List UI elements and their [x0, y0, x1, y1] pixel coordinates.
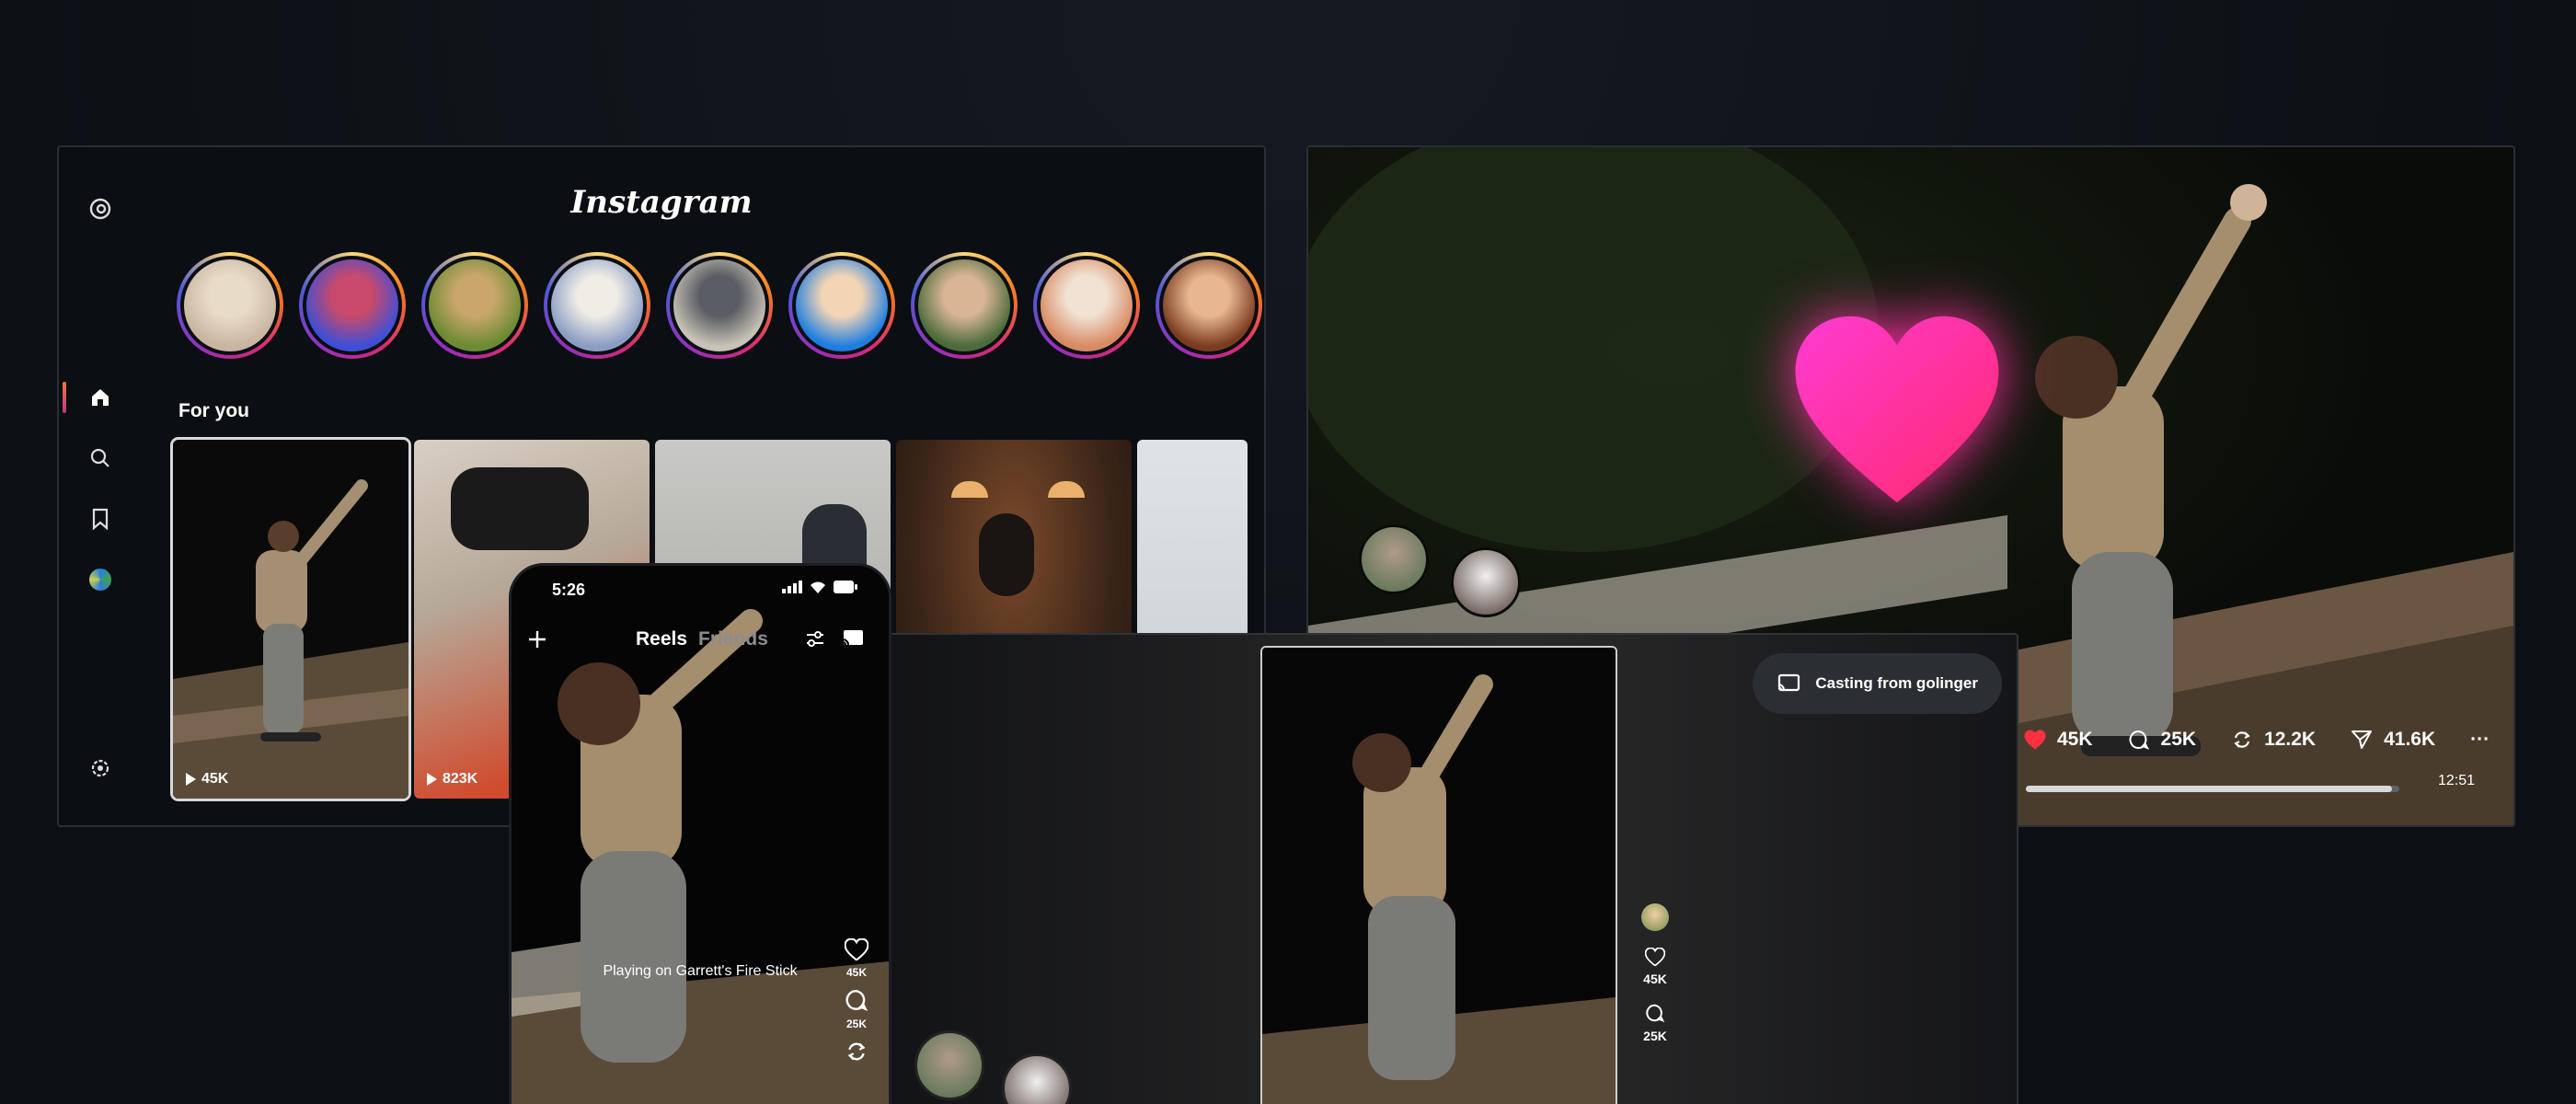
phone-screen: 5:26 Reels Friends Playing on Garrett's … [509, 563, 891, 1104]
story-avatar[interactable] [177, 252, 283, 359]
creator-avatar[interactable] [1641, 903, 1669, 931]
settings-icon[interactable] [86, 754, 114, 782]
story-avatar[interactable] [911, 252, 1018, 359]
casting-status-pill[interactable]: Casting from golinger [1753, 653, 2002, 714]
cast-like-button[interactable]: 45K [1643, 948, 1667, 986]
thumbnail-shape [1048, 481, 1085, 498]
view-count: 823K [427, 771, 477, 788]
reactor-avatar [1451, 547, 1521, 617]
story-avatar[interactable] [666, 252, 773, 359]
story-avatar[interactable] [544, 252, 650, 359]
repost-stat[interactable]: 12.2K [2231, 729, 2316, 751]
phone-comment-button[interactable]: 25K [845, 988, 868, 1030]
tab-reels[interactable]: Reels [636, 628, 687, 650]
side-rail [59, 147, 142, 825]
like-heart-animation [1795, 316, 1999, 503]
video-tile[interactable]: 45K [170, 437, 411, 801]
story-avatar[interactable] [788, 252, 895, 359]
view-count: 45K [186, 771, 228, 788]
send-icon [2352, 730, 2373, 749]
progress-fill [2026, 786, 2392, 792]
skater-video [1262, 648, 1616, 1104]
repost-icon [2234, 731, 2250, 748]
story-photo [914, 256, 1014, 355]
signal-icon [782, 581, 802, 593]
comment-icon [2129, 730, 2149, 750]
cast-action-column: 45K 25K [1641, 903, 1669, 1043]
story-photo [303, 256, 402, 355]
cast-icon[interactable] [841, 628, 865, 649]
story-photo [1159, 256, 1259, 355]
progress-time: 12:51 [2438, 773, 2476, 788]
share-stat[interactable]: 41.6K [2351, 729, 2435, 751]
battery-icon [834, 581, 857, 593]
like-stat[interactable]: 45K [2024, 729, 2093, 751]
story-photo [1037, 256, 1136, 355]
heart-icon [845, 938, 868, 960]
story-avatar[interactable] [299, 252, 406, 359]
heart-icon [2024, 730, 2046, 750]
comment-icon [845, 990, 868, 1012]
casting-label: Playing on Garrett's Fire Stick [603, 963, 798, 979]
rail-active-indicator [63, 382, 66, 413]
filter-icon[interactable] [804, 628, 826, 650]
tab-friends[interactable]: Friends [698, 628, 768, 650]
stories-row [177, 252, 1262, 359]
home-icon[interactable] [86, 384, 114, 411]
plus-icon[interactable] [526, 628, 548, 650]
story-photo [425, 256, 524, 355]
reactor-avatar [1002, 1053, 1072, 1104]
play-icon [186, 773, 196, 786]
skater-thumbnail [173, 440, 408, 799]
instagram-wordmark: Instagram [570, 184, 753, 221]
progress-bar[interactable] [2026, 786, 2399, 792]
status-icons [782, 581, 857, 593]
more-options-button[interactable]: ··· [2470, 729, 2490, 751]
story-avatar[interactable] [1156, 252, 1262, 359]
story-photo [547, 256, 647, 355]
status-bar: 5:26 [512, 579, 889, 603]
showcase-stage: Instagram For you 45K 823K 45K 25K 12.2K… [0, 0, 2576, 1104]
phone-repost-button[interactable] [845, 1040, 868, 1066]
reels-tabs: Reels Friends [636, 628, 768, 650]
reels-header: Reels Friends [512, 621, 889, 658]
phone-like-button[interactable]: 45K [845, 938, 868, 979]
search-icon[interactable] [86, 444, 114, 472]
story-avatar[interactable] [421, 252, 528, 359]
repost-icon [847, 1042, 866, 1061]
comment-stat[interactable]: 25K [2128, 729, 2196, 751]
section-title: For you [178, 400, 249, 421]
engagement-row: 45K 25K 12.2K 41.6K ··· [2024, 729, 2490, 751]
story-photo [792, 256, 891, 355]
thumbnail-shape [979, 513, 1034, 596]
cast-icon [1778, 673, 1800, 692]
heart-icon [1645, 948, 1665, 966]
reactor-avatar [1359, 524, 1429, 594]
clock: 5:26 [552, 581, 586, 599]
thumbnail-shape [451, 467, 589, 550]
phone-action-column: 45K 25K [845, 938, 868, 1066]
cast-comment-button[interactable]: 25K [1643, 1003, 1667, 1043]
tv-casting-screen: Casting from golinger 45K 25K [885, 633, 2018, 1104]
story-photo [670, 256, 769, 355]
bookmark-icon[interactable] [86, 505, 114, 533]
comment-icon [1646, 1004, 1665, 1023]
reactor-avatar [914, 1030, 984, 1100]
profile-avatar[interactable] [86, 566, 114, 593]
story-photo [180, 256, 280, 355]
story-avatar[interactable] [1033, 252, 1140, 359]
thumbnail-shape [951, 481, 988, 498]
play-icon [427, 773, 437, 786]
wifi-icon [811, 581, 825, 593]
cast-video-frame[interactable] [1260, 646, 1617, 1104]
